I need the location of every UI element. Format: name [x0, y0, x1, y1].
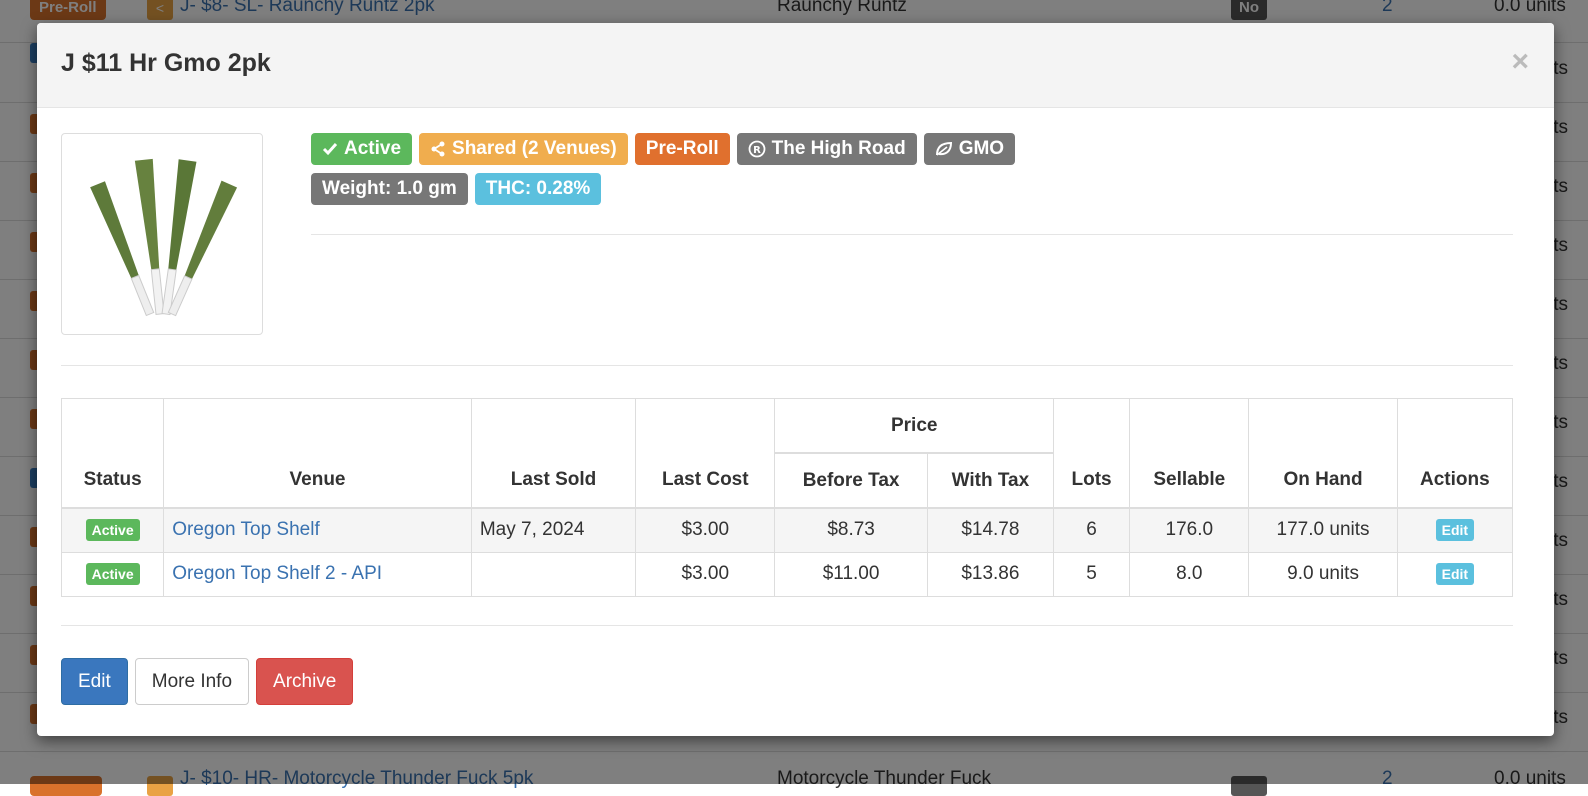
modal-title: J $11 Hr Gmo 2pk — [61, 49, 271, 77]
edit-row-button[interactable]: Edit — [1435, 519, 1475, 542]
status-cell: Active — [60, 507, 165, 553]
divider — [311, 234, 1513, 235]
modal-footer: Edit More Info Archive — [61, 658, 354, 705]
leaf-icon — [935, 141, 952, 156]
sellable-cell: 176.0 — [1129, 507, 1250, 553]
lots-cell: 6 — [1052, 507, 1131, 553]
column-header-price: Price — [774, 398, 1054, 454]
with-tax-cell: $14.78 — [926, 507, 1055, 553]
category-badge: Pre-Roll — [634, 133, 730, 165]
status-cell: Active — [60, 551, 165, 597]
column-header-last-sold: Last Sold — [470, 398, 637, 509]
badge-row-primary: Active Shared (2 Venues) Pre-Roll R The … — [311, 133, 1531, 165]
last-cost-cell: $3.00 — [635, 551, 776, 597]
column-header-venue: Venue — [163, 398, 472, 509]
lots-cell: 5 — [1052, 551, 1131, 597]
on-hand-cell: 9.0 units — [1248, 551, 1398, 597]
share-icon — [431, 141, 445, 157]
edit-row-button[interactable]: Edit — [1435, 563, 1475, 585]
badge-row-secondary: Weight: 1.0 gm THC: 0.28% — [311, 173, 1531, 205]
registered-icon: R — [748, 140, 766, 158]
status-badge: Active — [311, 133, 413, 165]
before-tax-cell: $8.73 — [774, 507, 928, 553]
product-badges: Active Shared (2 Venues) Pre-Roll R The … — [311, 133, 1531, 213]
column-header-sellable: Sellable — [1129, 398, 1250, 509]
status-badge: Active — [85, 519, 140, 542]
brand-badge: R The High Road — [736, 133, 917, 165]
modal-header: J $11 Hr Gmo 2pk × — [37, 23, 1554, 108]
product-modal: J $11 Hr Gmo 2pk × Active Shared (2 Venu… — [37, 23, 1554, 736]
strain-badge: GMO — [923, 133, 1016, 165]
divider — [61, 625, 1513, 626]
column-header-status: Status — [60, 398, 165, 509]
column-header-actions: Actions — [1396, 398, 1514, 509]
weight-badge: Weight: 1.0 gm — [311, 173, 468, 205]
on-hand-cell: 177.0 units — [1248, 507, 1398, 553]
close-icon[interactable]: × — [1511, 47, 1529, 77]
more-info-button[interactable]: More Info — [134, 658, 250, 705]
archive-button[interactable]: Archive — [256, 658, 354, 705]
svg-text:R: R — [753, 145, 761, 156]
category-badge-label: Pre-Roll — [645, 138, 719, 159]
column-header-lots: Lots — [1052, 398, 1131, 509]
venue-link[interactable]: Oregon Top Shelf 2 - API — [172, 563, 382, 584]
before-tax-cell: $11.00 — [774, 551, 928, 597]
actions-cell: Edit — [1396, 551, 1514, 597]
with-tax-cell: $13.86 — [926, 551, 1055, 597]
column-header-before-tax: Before Tax — [774, 452, 928, 509]
venue-link[interactable]: Oregon Top Shelf — [172, 519, 320, 540]
table-row: Active Oregon Top Shelf May 7, 2024 $3.0… — [60, 507, 1514, 553]
venue-cell: Oregon Top Shelf 2 - API — [163, 551, 472, 597]
strain-badge-label: GMO — [958, 138, 1005, 159]
last-sold-cell — [470, 551, 637, 597]
column-header-with-tax: With Tax — [926, 452, 1055, 509]
column-header-last-cost: Last Cost — [635, 398, 776, 509]
brand-badge-label: The High Road — [771, 138, 906, 159]
venue-table: Status Venue Last Sold Last Cost Price L… — [60, 398, 1514, 597]
table-row: Active Oregon Top Shelf 2 - API $3.00 $1… — [60, 551, 1514, 597]
actions-cell: Edit — [1396, 507, 1514, 553]
edit-button[interactable]: Edit — [61, 658, 128, 705]
check-icon — [322, 143, 338, 156]
last-sold-cell: May 7, 2024 — [470, 507, 637, 553]
last-cost-cell: $3.00 — [635, 507, 776, 553]
column-header-on-hand: On Hand — [1248, 398, 1398, 509]
product-image — [61, 133, 263, 335]
status-badge: Active — [85, 563, 140, 585]
thc-badge: THC: 0.28% — [474, 173, 602, 205]
divider — [61, 365, 1513, 366]
shared-badge: Shared (2 Venues) — [419, 133, 628, 165]
shared-badge-label: Shared (2 Venues) — [452, 138, 617, 159]
venue-cell: Oregon Top Shelf — [163, 507, 472, 553]
sellable-cell: 8.0 — [1129, 551, 1250, 597]
status-badge-label: Active — [344, 138, 402, 159]
